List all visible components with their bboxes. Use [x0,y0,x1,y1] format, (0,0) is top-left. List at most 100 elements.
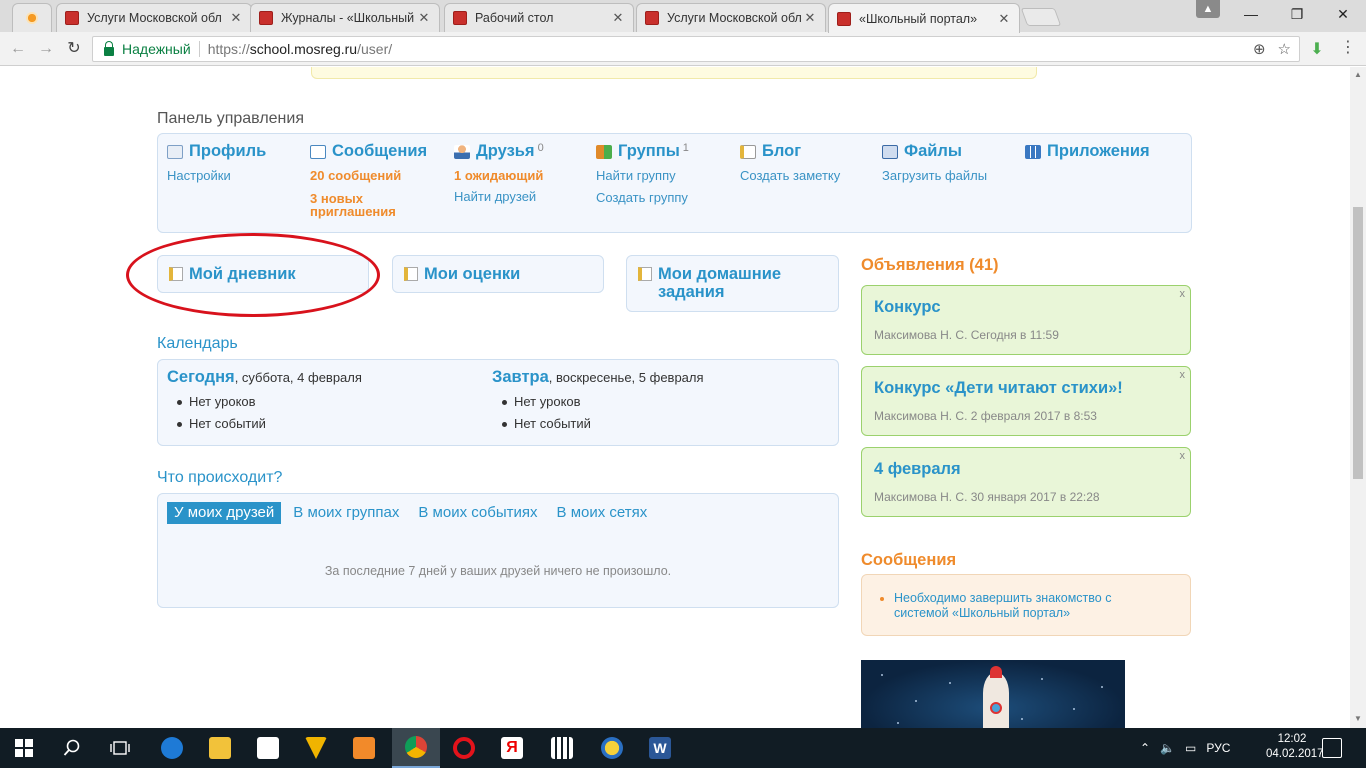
tab-friends[interactable]: У моих друзей [167,502,282,524]
tab-school-portal[interactable]: «Школьный портал» ✕ [828,3,1020,33]
search-button[interactable] [48,728,96,768]
envelope-icon [310,144,326,159]
tab-mosreg-services-2[interactable]: Услуги Московской обл ✕ [636,3,826,32]
taskbar-app-ball[interactable] [588,728,636,768]
files-icon [882,144,898,159]
tab-events[interactable]: В моих событиях [411,502,544,524]
tab-networks[interactable]: В моих сетях [550,502,655,524]
start-button[interactable] [0,728,48,768]
find-friends-link[interactable]: Найти друзей [454,190,544,204]
address-bar[interactable]: Надежный https://school.mosreg.ru/user/ … [92,36,1300,62]
tab-journals[interactable]: Журналы - «Школьный ✕ [250,3,440,32]
task-view-button[interactable] [96,728,144,768]
groups-link[interactable]: Группы 1 [596,142,689,161]
close-icon[interactable]: x [1180,369,1186,381]
messages-count-link[interactable]: 20 сообщений [310,169,430,182]
settings-link[interactable]: Настройки [167,169,266,183]
taskbar-app-v[interactable] [292,728,340,768]
opera-icon [453,737,475,759]
upload-files-link[interactable]: Загрузить файлы [882,169,987,183]
network-icon[interactable]: ▭ [1185,741,1196,755]
rocket-banner[interactable] [861,660,1125,728]
friends-link[interactable]: Друзья 0 [454,142,544,161]
media-player-icon [353,737,375,759]
taskbar-edge[interactable] [148,728,196,768]
invites-link[interactable]: 3 новых приглашения [310,192,430,218]
profile-link[interactable]: Профиль [167,142,266,161]
taskbar-yandex[interactable]: Я [488,728,536,768]
task-view-icon [110,741,130,755]
my-grades-button[interactable]: Мои оценки [392,255,604,293]
bookmark-star-icon[interactable]: ☆ [1278,40,1291,58]
taskbar-clock[interactable]: 12:02 04.02.2017 [1266,732,1324,762]
scrollbar-thumb[interactable] [1353,207,1363,479]
announcement-title[interactable]: Конкурс «Дети читают стихи»! [874,379,1123,398]
announcements-heading[interactable]: Объявления (41) [861,256,999,275]
minimize-icon[interactable]: — [1228,0,1274,28]
tomorrow-date: , воскресенье, 5 февраля [548,370,704,385]
taskbar-store[interactable] [244,728,292,768]
my-homework-button[interactable]: Мои домашние задания [626,255,839,312]
profile-card-icon [167,144,183,159]
apps-link[interactable]: Приложения [1025,142,1150,161]
download-extension-icon[interactable]: ⬇ [1308,39,1326,58]
tab-desktop[interactable]: Рабочий стол ✕ [444,3,634,32]
rocket-icon [983,666,1009,728]
tab-mosreg-services-1[interactable]: Услуги Московской обл ✕ [56,3,252,32]
close-icon[interactable]: ✕ [997,11,1011,27]
close-icon[interactable]: x [1180,288,1186,300]
tab-groups[interactable]: В моих группах [286,502,406,524]
close-icon[interactable]: ✕ [803,10,817,26]
blog-link[interactable]: Блог [740,142,840,161]
profile-icon[interactable]: ▲ [1196,0,1220,18]
my-diary-label: Мой дневник [189,265,296,283]
onboarding-message-link[interactable]: Необходимо завершить знакомство с систем… [880,591,1154,621]
taskbar-chrome[interactable] [392,728,440,768]
tab-title: Рабочий стол [475,11,554,25]
close-icon[interactable]: ✕ [417,10,431,26]
scroll-up-arrow-icon[interactable]: ▲ [1354,71,1362,79]
taskbar-media[interactable] [340,728,388,768]
pending-friends-link[interactable]: 1 ожидающий [454,169,544,182]
tab-pinned[interactable] [12,3,52,32]
page-scrollbar[interactable]: ▲ ▼ [1350,67,1366,728]
files-link[interactable]: Файлы [882,142,987,161]
zoom-icon[interactable]: ⊕ [1253,40,1266,58]
language-indicator[interactable]: РУС [1206,741,1230,755]
new-tab-button[interactable] [1020,8,1062,26]
sun-favicon-icon [25,11,39,25]
close-icon[interactable]: ✕ [611,10,625,26]
my-diary-button[interactable]: Мой дневник [157,255,369,293]
window-close-icon[interactable]: ✕ [1320,0,1366,28]
browser-menu-icon[interactable]: ⋮ [1340,38,1356,58]
scroll-down-arrow-icon[interactable]: ▼ [1354,715,1362,723]
tomorrow-link[interactable]: Завтра [492,368,549,386]
create-group-link[interactable]: Создать группу [596,191,689,205]
create-note-link[interactable]: Создать заметку [740,169,840,183]
announcement-title[interactable]: 4 февраля [874,460,961,479]
restore-icon[interactable]: ❐ [1274,0,1320,28]
volume-icon[interactable]: 🔈 [1160,741,1175,755]
messages-block: Необходимо завершить знакомство с систем… [861,574,1191,636]
taskbar-word[interactable]: W [636,728,684,768]
taskbar-explorer[interactable] [196,728,244,768]
calendar-today: Сегодня, суббота, 4 февраля Нет уроков Н… [167,368,362,435]
close-icon[interactable]: ✕ [229,10,243,26]
announcement-title[interactable]: Конкурс [874,298,941,317]
messages-link[interactable]: Сообщения [310,142,430,161]
forward-arrow-icon[interactable]: → [36,39,56,59]
close-icon[interactable]: x [1180,450,1186,462]
taskbar-calculator[interactable] [538,728,586,768]
taskbar-opera[interactable] [440,728,488,768]
find-group-link[interactable]: Найти группу [596,169,689,183]
chevron-up-icon[interactable]: ⌃ [1140,741,1150,755]
back-arrow-icon[interactable]: ← [8,39,28,59]
url-text[interactable]: https://school.mosreg.ru/user/ [208,41,392,57]
star-decoration [1073,708,1075,710]
reload-icon[interactable]: ↻ [64,39,84,59]
today-link[interactable]: Сегодня [167,368,235,386]
star-decoration [1101,686,1103,688]
action-center-icon[interactable] [1322,738,1342,758]
files-title: Файлы [904,142,962,160]
feed-tabs: У моих друзей В моих группах В моих собы… [167,502,659,524]
